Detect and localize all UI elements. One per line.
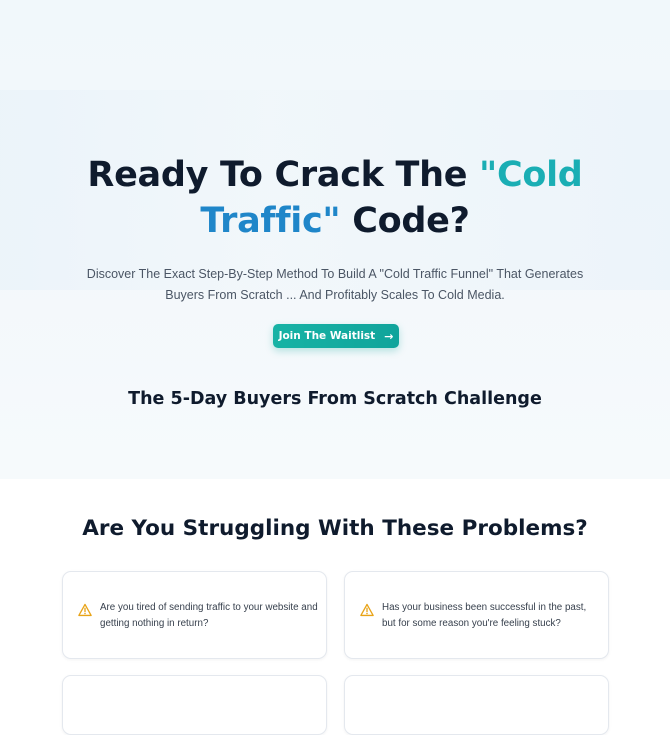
warning-icon [360, 603, 374, 617]
challenge-title: The 5-Day Buyers From Scratch Challenge [128, 389, 542, 409]
problem-text: Has your business been successful in the… [382, 602, 587, 629]
hero-title: Ready To Crack The "Cold Traffic" Code? [0, 152, 670, 244]
problem-card [62, 675, 327, 735]
hero-title-part1: Ready To Crack The [87, 155, 480, 195]
problem-card: Has your business been successful in the… [344, 571, 609, 659]
warning-icon [78, 603, 92, 617]
arrow-right-icon: → [384, 329, 394, 343]
problems-title: Are You Struggling With These Problems? [82, 516, 588, 541]
hero-title-highlight-cold: "Cold [479, 155, 583, 195]
join-waitlist-button[interactable]: Join The Waitlist → [273, 324, 399, 348]
problem-card [344, 675, 609, 735]
problem-card: Are you tired of sending traffic to your… [62, 571, 327, 659]
problem-text: Are you tired of sending traffic to your… [100, 602, 318, 629]
hero-description: Discover The Exact Step-By-Step Method T… [86, 267, 584, 302]
hero-title-part2: Code? [340, 201, 470, 241]
join-waitlist-label: Join The Waitlist [278, 330, 376, 342]
hero-section: Ready To Crack The "Cold Traffic" Code? D… [0, 0, 670, 479]
hero-title-highlight-traffic: Traffic" [200, 201, 341, 241]
